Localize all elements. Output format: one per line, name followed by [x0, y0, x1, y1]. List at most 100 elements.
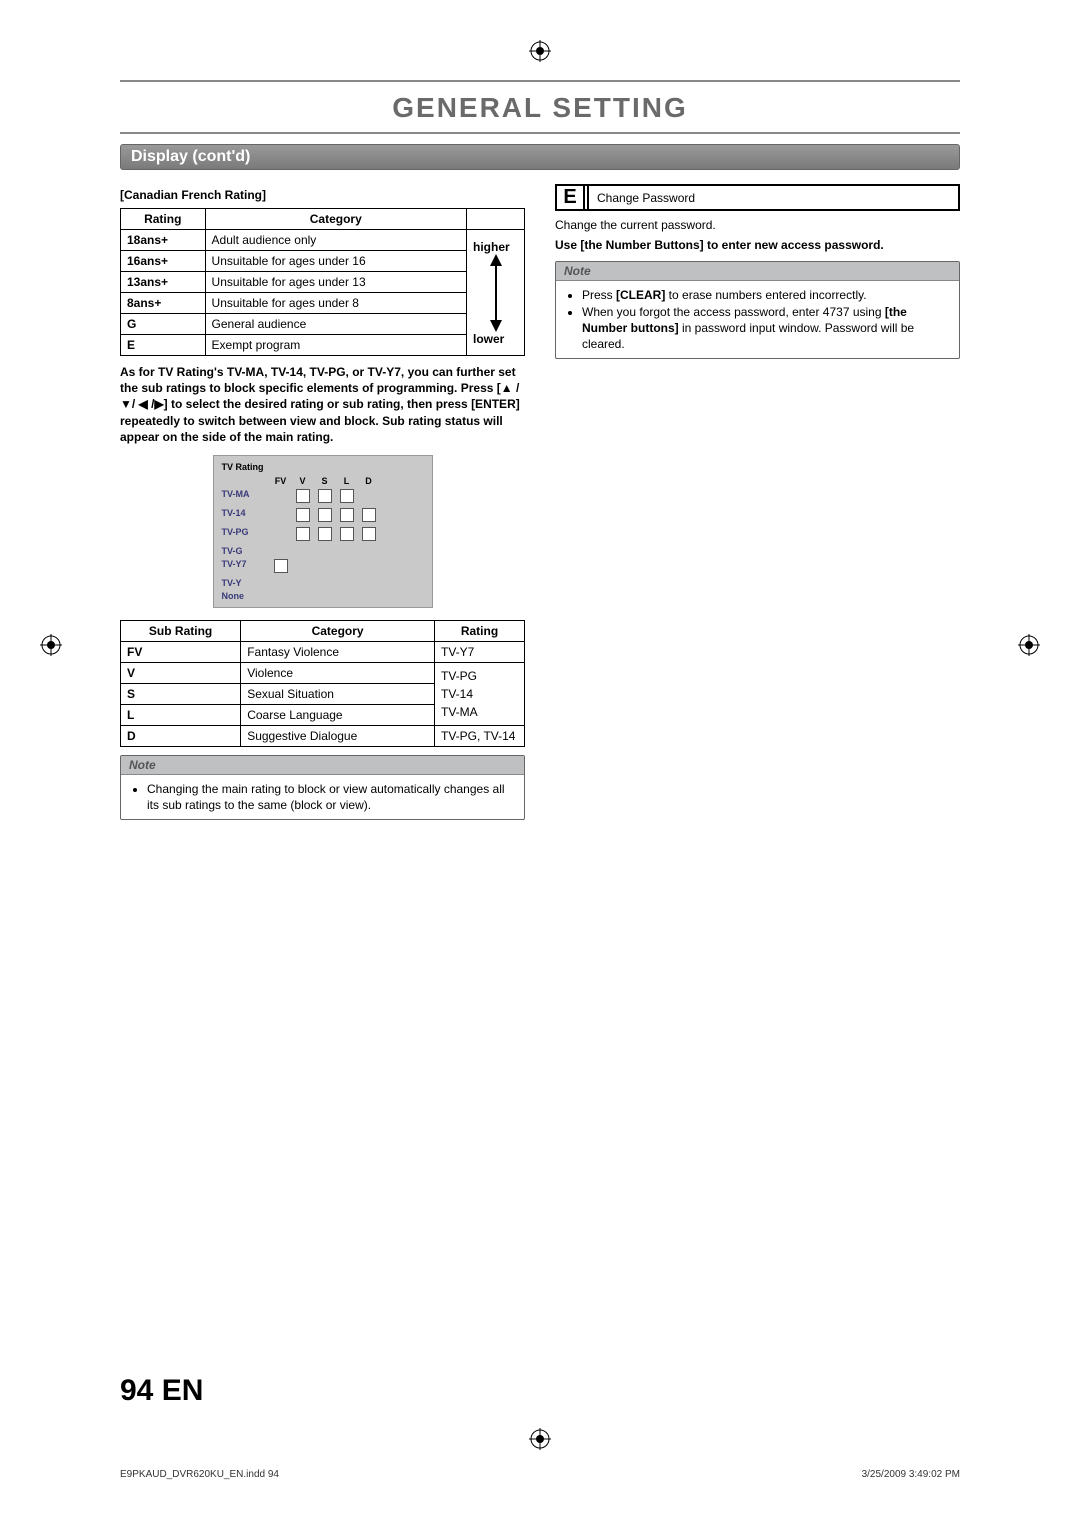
- top-rule: [120, 80, 960, 82]
- cell-rating: 13ans+: [127, 275, 168, 289]
- canadian-french-heading: [Canadian French Rating]: [120, 188, 525, 202]
- change-password-header: E Change Password: [555, 184, 960, 211]
- registration-mark-top: [529, 40, 551, 68]
- cell-rating: TV-MA: [441, 705, 478, 719]
- checkbox-icon: [362, 508, 376, 522]
- note-box-right: Note Press [CLEAR] to erase numbers ente…: [555, 261, 960, 359]
- checkbox-icon: [318, 508, 332, 522]
- table-row: V Violence TV-PG TV-14 TV-MA: [121, 662, 525, 683]
- tv-row: TV-MA: [222, 489, 270, 505]
- tv-col: V: [292, 476, 314, 486]
- arrow-higher-label: higher: [473, 240, 510, 254]
- table-row: 13ans+ Unsuitable for ages under 13: [121, 272, 525, 293]
- page-title: GENERAL SETTING: [120, 92, 960, 124]
- cell-cat: Sexual Situation: [241, 683, 435, 704]
- registration-mark-bottom: [529, 1428, 551, 1456]
- cell-category: Adult audience only: [205, 230, 466, 251]
- number-buttons-instruction: Use [the Number Buttons] to enter new ac…: [555, 237, 960, 253]
- cell-cat: Suggestive Dialogue: [241, 725, 435, 746]
- tv-row: TV-Y7: [222, 559, 270, 575]
- th-rating: Rating: [435, 620, 525, 641]
- change-password-desc: Change the current password.: [555, 217, 960, 233]
- checkbox-icon: [340, 527, 354, 541]
- left-column: [Canadian French Rating] Rating Category…: [120, 184, 525, 820]
- note-item: Press [CLEAR] to erase numbers entered i…: [582, 287, 949, 303]
- checkbox-icon: [296, 527, 310, 541]
- cell-cat: Violence: [241, 662, 435, 683]
- page-number: 94 EN: [120, 1374, 203, 1408]
- cell-rating: 8ans+: [127, 296, 161, 310]
- note-item: Changing the main rating to block or vie…: [147, 781, 514, 813]
- footer-meta: E9PKAUD_DVR620KU_EN.indd 94 3/25/2009 3:…: [120, 1469, 960, 1480]
- tv-col: L: [336, 476, 358, 486]
- cell-sub: FV: [127, 645, 142, 659]
- tv-row: TV-14: [222, 508, 270, 524]
- tv-col: FV: [270, 476, 292, 486]
- cell-sub: V: [127, 666, 135, 680]
- checkbox-icon: [340, 508, 354, 522]
- cell-category: Unsuitable for ages under 13: [205, 272, 466, 293]
- cell-rating: TV-PG: [441, 669, 477, 683]
- sub-rating-instructions: As for TV Rating's TV-MA, TV-14, TV-PG, …: [120, 364, 525, 445]
- th-arrow: [467, 209, 525, 230]
- tv-rating-title: TV Rating: [222, 462, 424, 472]
- sub-rating-table: Sub Rating Category Rating FV Fantasy Vi…: [120, 620, 525, 747]
- cell-category: Unsuitable for ages under 16: [205, 251, 466, 272]
- step-e-text: Change Password: [589, 186, 958, 209]
- table-row: 8ans+ Unsuitable for ages under 8: [121, 293, 525, 314]
- note-box-left: Note Changing the main rating to block o…: [120, 755, 525, 820]
- checkbox-icon: [296, 508, 310, 522]
- table-row: FV Fantasy Violence TV-Y7: [121, 641, 525, 662]
- tv-row: TV-G: [222, 546, 270, 556]
- page: GENERAL SETTING Display (cont'd) [Canadi…: [0, 0, 1080, 1528]
- registration-mark-left: [40, 634, 62, 662]
- table-row: G General audience: [121, 314, 525, 335]
- cell-rating: TV-14: [441, 687, 473, 701]
- tv-row: None: [222, 591, 270, 601]
- section-bar: Display (cont'd): [120, 144, 960, 170]
- note-title: Note: [121, 756, 524, 775]
- th-category: Category: [205, 209, 466, 230]
- cell-cat: Fantasy Violence: [241, 641, 435, 662]
- cell-sub: S: [127, 687, 135, 701]
- cell-sub: L: [127, 708, 134, 722]
- cell-category: Unsuitable for ages under 8: [205, 293, 466, 314]
- th-rating: Rating: [121, 209, 206, 230]
- arrow-lower-label: lower: [473, 332, 504, 346]
- cell-rating: TV-Y7: [435, 641, 525, 662]
- note-item: When you forgot the access password, ent…: [582, 304, 949, 353]
- two-column-layout: [Canadian French Rating] Rating Category…: [120, 184, 960, 820]
- cell-category: General audience: [205, 314, 466, 335]
- canadian-french-table: Rating Category 18ans+ Adult audience on…: [120, 208, 525, 356]
- tv-col: D: [358, 476, 380, 486]
- right-column: E Change Password Change the current pas…: [555, 184, 960, 359]
- table-row: E Exempt program: [121, 335, 525, 356]
- note-title: Note: [556, 262, 959, 281]
- footer-timestamp: 3/25/2009 3:49:02 PM: [862, 1469, 960, 1480]
- double-arrow-icon: [487, 254, 505, 332]
- table-row: D Suggestive Dialogue TV-PG, TV-14: [121, 725, 525, 746]
- cell-rating: 16ans+: [127, 254, 168, 268]
- checkbox-icon: [296, 489, 310, 503]
- cell-sub: D: [127, 729, 136, 743]
- tv-col: S: [314, 476, 336, 486]
- table-row: 18ans+ Adult audience only higher lower: [121, 230, 525, 251]
- checkbox-icon: [318, 527, 332, 541]
- th-category: Category: [241, 620, 435, 641]
- cell-cat: Coarse Language: [241, 704, 435, 725]
- tv-row: TV-Y: [222, 578, 270, 588]
- checkbox-icon: [318, 489, 332, 503]
- table-row: 16ans+ Unsuitable for ages under 16: [121, 251, 525, 272]
- arrow-cell: higher lower: [467, 230, 525, 356]
- checkbox-icon: [274, 559, 288, 573]
- registration-mark-right: [1018, 634, 1040, 662]
- checkbox-icon: [362, 527, 376, 541]
- tv-rating-grid: TV Rating FV V S L D TV-MA TV-14: [213, 455, 433, 608]
- cell-rating: TV-PG, TV-14: [435, 725, 525, 746]
- cell-rating: 18ans+: [127, 233, 168, 247]
- title-rule: [120, 132, 960, 134]
- cell-rating: E: [127, 338, 135, 352]
- cell-rating: G: [127, 317, 136, 331]
- cell-category: Exempt program: [205, 335, 466, 356]
- step-e-label: E: [557, 186, 585, 209]
